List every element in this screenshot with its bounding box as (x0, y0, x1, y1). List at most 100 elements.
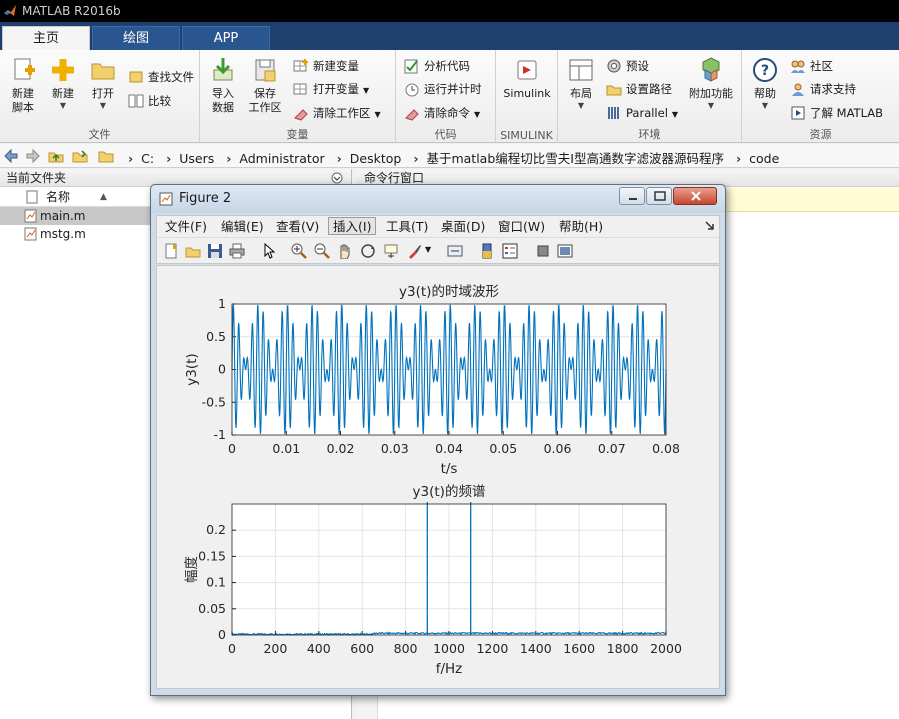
pan-hand-icon[interactable] (337, 243, 353, 259)
save-disk-icon[interactable] (207, 243, 223, 259)
name-column-header[interactable]: 名称 (46, 187, 70, 207)
import-data-button[interactable]: 导入 数据 (204, 56, 242, 115)
pointer-arrow-icon[interactable] (261, 243, 277, 259)
menu-view[interactable]: 查看(V) (272, 218, 323, 236)
y-tick-label: -0.5 (202, 394, 226, 409)
parallel-button[interactable]: Parallel ▼ (606, 103, 678, 123)
close-button[interactable] (673, 187, 717, 205)
ribbon-group-code-name: 代码 (434, 128, 457, 141)
back-arrow-icon[interactable] (3, 148, 19, 164)
learn-matlab-icon (791, 106, 805, 120)
simulink-icon (517, 60, 537, 80)
panel-menu-icon[interactable] (331, 172, 343, 184)
layout-dropdown-icon[interactable]: ▼ (562, 101, 600, 111)
find-files-button[interactable]: 查找文件 (128, 67, 194, 87)
hide-plot-tools-icon[interactable] (535, 243, 551, 259)
clear-commands-button[interactable]: 清除命令 ▼ (404, 103, 480, 123)
breadcrumb-item[interactable]: Administrator (239, 151, 324, 166)
new-variable-button[interactable]: 新建变量 (293, 56, 359, 76)
preferences-label: 预设 (626, 59, 649, 73)
dock-arrow-icon[interactable] (705, 221, 715, 231)
link-plot-icon[interactable] (447, 243, 463, 259)
legend-icon[interactable] (502, 243, 518, 259)
breadcrumb-item[interactable]: Users (179, 151, 214, 166)
file-column-icon (26, 190, 38, 204)
colorbar-icon[interactable] (479, 243, 495, 259)
save-workspace-label: 保存 工作区 (248, 87, 282, 114)
menu-edit[interactable]: 编辑(E) (217, 218, 268, 236)
open-variable-button[interactable]: 打开变量 ▼ (293, 79, 369, 99)
new-figure-icon[interactable] (163, 243, 179, 259)
menu-desktop[interactable]: 桌面(D) (437, 218, 489, 236)
brush-dropdown-icon[interactable]: ▼ (425, 245, 431, 254)
clear-workspace-dropdown-icon[interactable]: ▼ (375, 110, 381, 119)
add-ons-dropdown-icon[interactable]: ▼ (686, 101, 736, 111)
run-and-time-button[interactable]: 运行并计时 (404, 79, 482, 99)
file-name: main.m (40, 209, 86, 223)
breadcrumb-item[interactable]: Desktop (350, 151, 402, 166)
sort-ascending-icon[interactable]: ▲ (100, 187, 107, 207)
save-workspace-button[interactable]: 保存 工作区 (246, 56, 284, 115)
figure-title-bar[interactable]: Figure 2 (151, 185, 725, 213)
community-button[interactable]: 社区 (790, 56, 833, 76)
new-button[interactable]: 新建 ▼ (44, 56, 82, 111)
preferences-button[interactable]: 预设 (606, 56, 649, 76)
new-script-button[interactable]: 新建 脚本 (4, 56, 42, 115)
layout-button[interactable]: 布局 ▼ (562, 56, 600, 111)
parallel-icon (608, 107, 619, 119)
clear-workspace-button[interactable]: 清除工作区 ▼ (293, 103, 381, 123)
print-icon[interactable] (229, 243, 245, 259)
up-folder-icon[interactable] (48, 148, 64, 164)
help-button[interactable]: ? 帮助 ▼ (746, 56, 784, 111)
app-title: MATLAB R2016b (22, 4, 121, 18)
address-bar: › C: › Users › Administrator › Desktop › 基于ma… (0, 144, 899, 168)
open-button[interactable]: 打开 ▼ (84, 56, 122, 111)
breadcrumb-item[interactable]: C: (141, 151, 154, 166)
menu-file[interactable]: 文件(F) (161, 218, 211, 236)
minimize-button[interactable] (619, 187, 645, 205)
learn-matlab-button[interactable]: 了解 MATLAB (790, 103, 883, 123)
new-dropdown-icon[interactable]: ▼ (44, 101, 82, 111)
ribbon-group-variable-name: 变量 (286, 128, 309, 141)
menu-tools[interactable]: 工具(T) (382, 218, 432, 236)
zoom-in-icon[interactable] (291, 243, 307, 259)
open-dropdown-icon[interactable]: ▼ (84, 101, 122, 111)
zoom-out-icon[interactable] (314, 243, 330, 259)
close-icon (691, 191, 701, 201)
help-question-icon: ? (753, 58, 777, 82)
tab-plots[interactable]: 绘图 (92, 26, 180, 50)
set-path-button[interactable]: 设置路径 (606, 79, 672, 99)
simulink-button[interactable]: Simulink (500, 56, 554, 101)
new-plus-icon (52, 59, 74, 81)
brush-icon[interactable] (406, 243, 422, 259)
parallel-dropdown-icon[interactable]: ▼ (672, 110, 678, 119)
find-files-label: 查找文件 (148, 70, 194, 84)
tab-apps[interactable]: APP (182, 26, 270, 50)
breadcrumb-item[interactable]: 基于matlab编程切比雪夫I型高通数字滤波器源码程序 (426, 151, 724, 166)
data-cursor-icon[interactable] (383, 243, 399, 259)
breadcrumb-item[interactable]: code (749, 151, 779, 166)
clear-commands-dropdown-icon[interactable]: ▼ (474, 110, 480, 119)
figure-menu-bar: 文件(F) 编辑(E) 查看(V) 插入(I) 工具(T) 桌面(D) 窗口(W… (156, 215, 720, 237)
open-variable-dropdown-icon[interactable]: ▼ (363, 86, 369, 95)
menu-insert[interactable]: 插入(I) (328, 217, 377, 235)
rotate-3d-icon[interactable] (360, 243, 376, 259)
menu-help[interactable]: 帮助(H) (555, 218, 607, 236)
tab-home[interactable]: 主页 (2, 26, 90, 50)
help-label: 帮助 (754, 87, 776, 100)
new-variable-label: 新建变量 (313, 59, 359, 73)
menu-window[interactable]: 窗口(W) (494, 218, 549, 236)
analyze-code-button[interactable]: 分析代码 (404, 56, 470, 76)
compare-button[interactable]: 比较 (128, 91, 171, 111)
y-tick-label: 0.2 (206, 522, 226, 537)
maximize-button[interactable] (646, 187, 672, 205)
open-file-icon[interactable] (185, 243, 201, 259)
forward-arrow-icon[interactable] (25, 148, 41, 164)
community-label: 社区 (810, 59, 833, 73)
show-plot-tools-icon[interactable] (557, 243, 573, 259)
add-ons-button[interactable]: 附加功能 ▼ (686, 56, 736, 111)
browse-folder-icon[interactable] (72, 148, 88, 164)
help-dropdown-icon[interactable]: ▼ (746, 101, 784, 111)
clear-workspace-icon (294, 109, 308, 121)
request-support-button[interactable]: 请求支持 (790, 79, 856, 99)
